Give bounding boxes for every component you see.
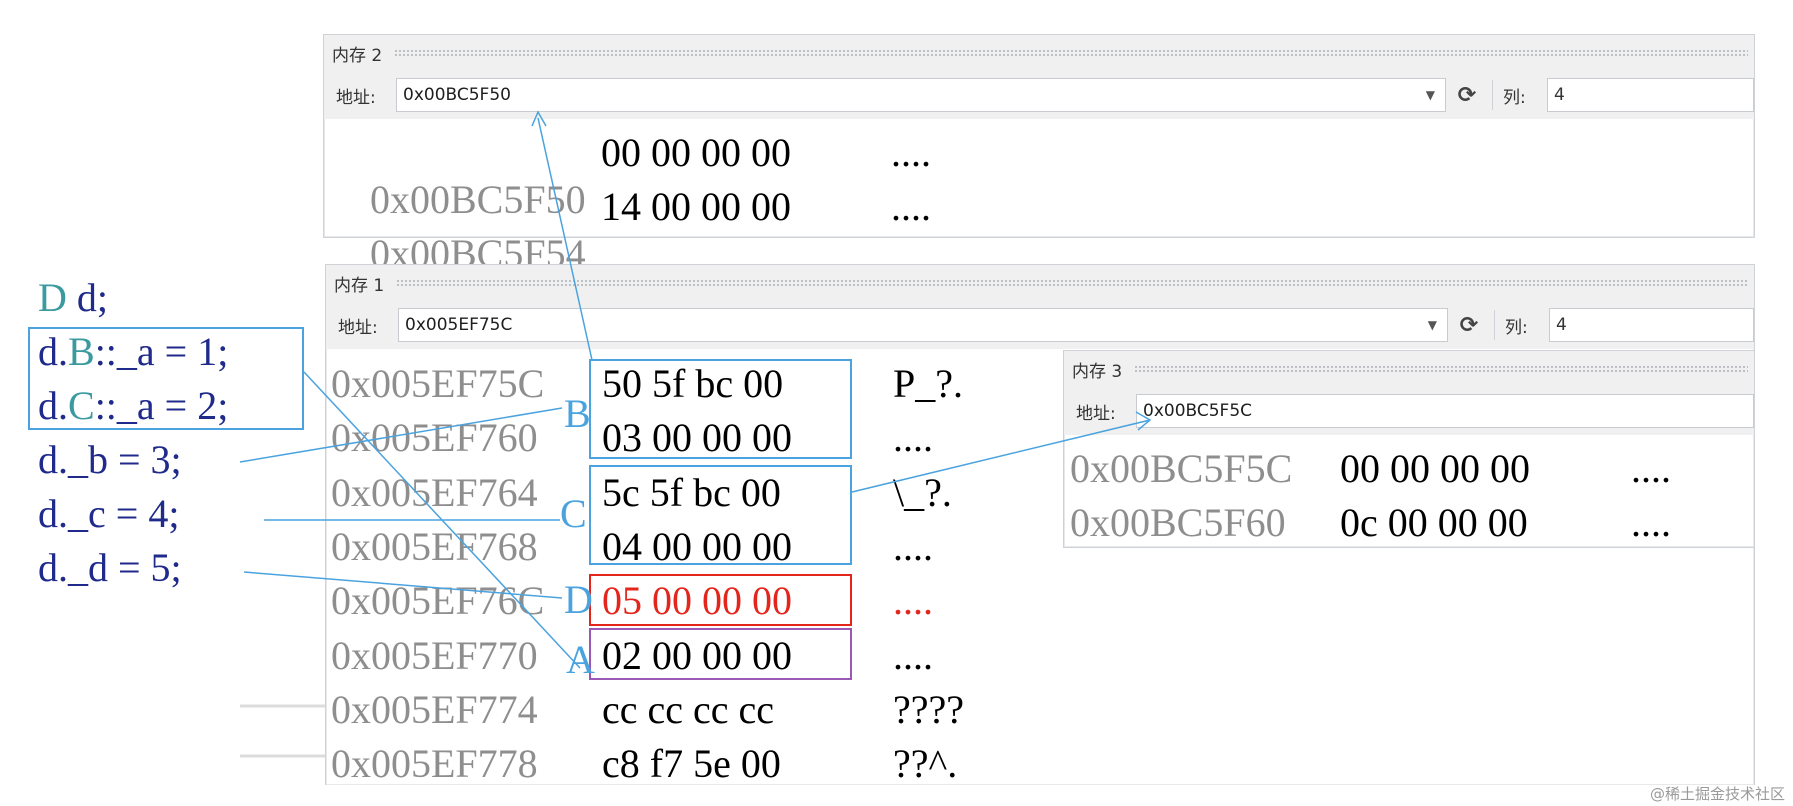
address-input[interactable]: 0x005EF75C ▼ [398, 308, 1448, 342]
code-box-bc [28, 327, 304, 430]
memory-window-3-titlebar[interactable]: 内存 3 [1064, 351, 1754, 387]
row-address: 0x005EF778 [331, 741, 538, 786]
code-text: d; [66, 275, 109, 320]
box-a [589, 628, 852, 680]
columns-input[interactable]: 4 [1549, 308, 1754, 342]
refresh-icon[interactable]: ⟳ [1454, 313, 1484, 338]
row-chars: \_?. [893, 470, 952, 515]
row-address: 0x00BC5F5C [1070, 446, 1293, 491]
row-chars: ??^. [893, 741, 958, 786]
row-address: 0x005EF770 [331, 633, 538, 678]
chevron-down-icon[interactable]: ▼ [1426, 88, 1435, 102]
memory-window-2: 内存 2 地址: 0x00BC5F50 ▼ ⟳ 列: 4 0x00BC5F50 … [323, 34, 1755, 276]
row-address: 0x005EF75C [331, 361, 545, 406]
columns-label: 列: [1503, 87, 1526, 108]
tag-c: C [560, 491, 587, 536]
chevron-down-icon[interactable]: ▼ [1428, 318, 1437, 332]
columns-input[interactable]: 4 [1547, 78, 1754, 112]
columns-label: 列: [1505, 317, 1528, 338]
memory-window-1-address-bar: 地址: 0x005EF75C ▼ ⟳ 列: 4 [326, 301, 1754, 349]
code-line: d._d = 5; [38, 545, 182, 590]
row-address: 0x005EF768 [331, 524, 538, 569]
titlebar-grip [396, 279, 1748, 287]
columns-value: 4 [1554, 85, 1565, 105]
code-class: D [38, 275, 67, 320]
watermark: @稀土掘金技术社区 [1649, 785, 1785, 803]
row-address: 0x005EF764 [331, 470, 538, 515]
row-bytes: 00 00 00 00 [1340, 446, 1530, 491]
refresh-icon[interactable]: ⟳ [1452, 83, 1482, 108]
row-bytes: c8 f7 5e 00 [602, 741, 781, 786]
row-bytes: 0c 00 00 00 [1340, 500, 1528, 545]
memory-window-3-address-bar: 地址: 0x00BC5F5C [1064, 387, 1754, 435]
row-bytes: 00 00 00 00 [601, 130, 791, 175]
row-chars: .... [893, 415, 933, 460]
row-address: 0x005EF76C [331, 578, 545, 623]
address-value: 0x005EF75C [405, 315, 513, 335]
row-chars: .... [893, 633, 933, 678]
row-bytes: cc cc cc cc [602, 687, 775, 732]
address-label: 地址: [1076, 403, 1116, 424]
address-value: 0x00BC5F5C [1143, 401, 1253, 421]
memory-window-3-title: 内存 3 [1072, 361, 1123, 382]
row-chars: .... [1631, 446, 1671, 491]
memory-window-1-titlebar[interactable]: 内存 1 [326, 265, 1754, 301]
address-label: 地址: [338, 317, 378, 338]
tag-b: B [564, 391, 591, 436]
code-line: d._c = 4; [38, 491, 180, 536]
memory-window-2-title: 内存 2 [332, 45, 383, 66]
box-d [589, 574, 852, 626]
row-chars: .... [893, 524, 933, 569]
columns-value: 4 [1556, 315, 1567, 335]
address-input[interactable]: 0x00BC5F50 ▼ [396, 78, 1446, 112]
titlebar-grip [1134, 365, 1748, 373]
row-chars: P_?. [893, 361, 963, 406]
box-b [589, 359, 852, 459]
divider [1494, 310, 1495, 340]
address-label: 地址: [336, 87, 376, 108]
box-c [589, 465, 852, 565]
divider [1492, 80, 1493, 110]
memory-window-3: 内存 3 地址: 0x00BC5F5C 0x00BC5F5C 00 00 00 … [1063, 350, 1755, 548]
row-bytes: 14 00 00 00 [601, 184, 791, 229]
row-chars-highlighted: .... [893, 578, 933, 623]
row-address: 0x005EF774 [331, 687, 538, 732]
titlebar-grip [394, 49, 1748, 57]
code-line: D d; [38, 274, 108, 321]
tag-a: A [566, 637, 595, 682]
row-chars: ???? [893, 687, 965, 732]
memory-window-1-title: 内存 1 [334, 275, 385, 296]
address-value: 0x00BC5F50 [403, 85, 511, 105]
row-address: 0x00BC5F60 [1070, 500, 1286, 545]
row-chars: .... [891, 130, 931, 175]
address-input[interactable]: 0x00BC5F5C [1136, 394, 1754, 428]
memory-window-2-address-bar: 地址: 0x00BC5F50 ▼ ⟳ 列: 4 [324, 71, 1754, 119]
row-chars: .... [1631, 500, 1671, 545]
code-line: d._b = 3; [38, 437, 182, 482]
row-address: 0x005EF760 [331, 415, 538, 460]
tag-d: D [564, 577, 593, 622]
memory-window-2-titlebar[interactable]: 内存 2 [324, 35, 1754, 71]
row-chars: .... [891, 184, 931, 229]
